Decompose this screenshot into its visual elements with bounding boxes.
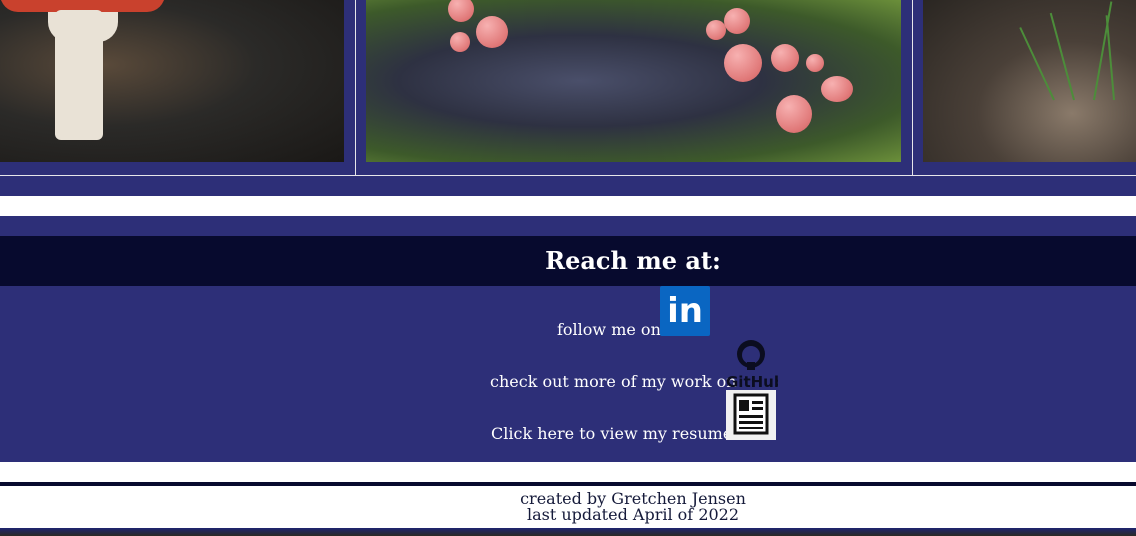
gallery-divider [912,0,913,176]
github-wordmark: GitHub [726,373,778,390]
section-band [0,176,1136,196]
mushroom-photo-amanita [0,0,344,162]
mushroom-ring [48,12,118,42]
section-spacer [0,196,1136,216]
mushroom-photo-pink-slime-mold [366,0,901,162]
bottom-background-strip [0,528,1136,536]
gallery-divider [355,0,356,176]
footer: created by Gretchen Jensen last updated … [0,486,1136,528]
mushroom-photo-forest-floor [923,0,1136,162]
section-band [0,216,1136,236]
section-spacer [0,462,1136,482]
github-text: check out more of my work on [490,372,737,391]
resume-icon[interactable] [726,390,776,440]
linkedin-text: follow me on [557,320,661,339]
resume-text: Click here to view my resume: [491,424,738,443]
linkedin-mark: in [667,291,703,331]
footer-updated: last updated April of 2022 [526,505,740,524]
github-icon[interactable]: GitHub [726,338,785,391]
linkedin-icon[interactable]: in [660,286,710,336]
photo-gallery [0,0,1136,176]
contact-title: Reach me at: [545,246,721,275]
